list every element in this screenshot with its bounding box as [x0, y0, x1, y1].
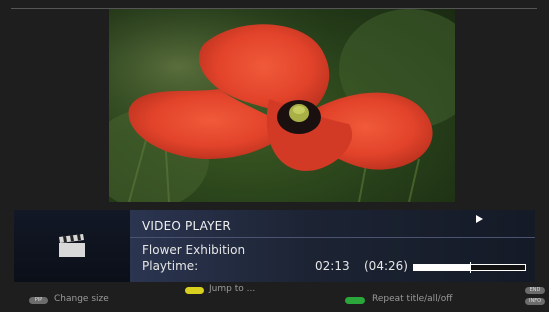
green-key-icon[interactable]: [345, 297, 365, 304]
video-image: [109, 9, 455, 202]
info-panel-divider: [130, 237, 535, 238]
progress-marker[interactable]: [469, 262, 471, 273]
repeat-hint: Repeat title/all/off: [372, 294, 453, 304]
change-size-hint: Change size: [54, 294, 109, 304]
total-time: (04:26): [364, 259, 408, 273]
pip-key-icon[interactable]: PIP: [29, 297, 48, 304]
jump-to-hint: Jump to ...: [209, 284, 256, 294]
clapperboard-icon: [59, 234, 85, 257]
current-time: 02:13: [315, 259, 350, 273]
info-key-icon[interactable]: INFO: [525, 298, 545, 305]
player-title: VIDEO PLAYER: [142, 219, 231, 233]
progress-bar[interactable]: [413, 262, 526, 273]
video-player-screen: VIDEO PLAYER Flower Exhibition Playtime:…: [0, 0, 549, 312]
play-icon: [476, 215, 483, 223]
playtime-label: Playtime:: [142, 259, 199, 273]
file-name: Flower Exhibition: [142, 243, 246, 257]
yellow-key-icon[interactable]: [185, 287, 204, 294]
progress-fill: [414, 265, 470, 270]
video-frame[interactable]: [109, 9, 455, 202]
end-key-icon[interactable]: END: [525, 287, 545, 294]
